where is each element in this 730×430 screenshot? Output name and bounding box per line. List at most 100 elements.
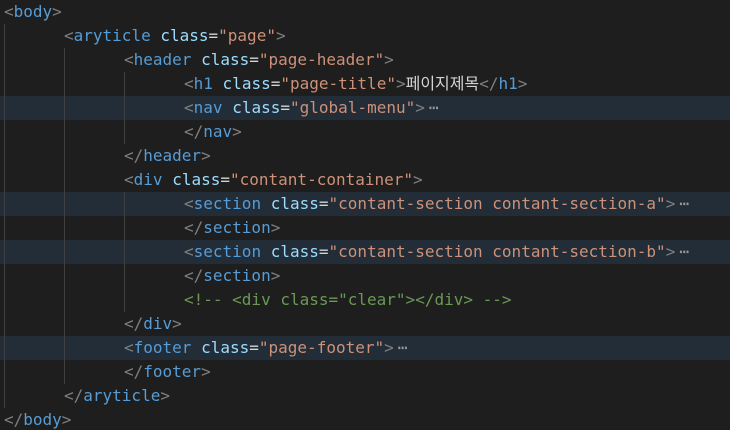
indent-guide — [64, 96, 65, 120]
bracket: < — [124, 338, 134, 357]
indent-guide — [124, 120, 125, 144]
attribute-value: "page-header" — [258, 50, 385, 69]
code-content: </body> — [4, 408, 71, 430]
indent-guide — [4, 336, 5, 360]
indent-guide — [124, 288, 125, 312]
indent-guide — [4, 192, 5, 216]
bracket: </ — [184, 218, 204, 237]
code-line[interactable]: </header> — [0, 144, 730, 168]
tag-name: nav — [203, 122, 233, 141]
code-line[interactable]: </section> — [0, 264, 730, 288]
attribute-value: "page-title" — [280, 74, 396, 93]
tag-name: header — [143, 146, 202, 165]
bracket: </ — [4, 410, 24, 429]
indent-guide — [64, 288, 65, 312]
bracket: > — [413, 170, 423, 189]
code-content: </section> — [184, 216, 280, 240]
indent-guide — [4, 216, 5, 240]
code-line-folded[interactable]: <footer class="page-footer"> ⋯ — [0, 336, 730, 360]
bracket: </ — [479, 74, 499, 93]
bracket: > — [517, 74, 528, 93]
bracket: > — [172, 314, 182, 333]
code-content: <footer class="page-footer"> ⋯ — [124, 336, 407, 360]
attribute-value: "global-menu" — [290, 98, 416, 117]
indent-guide — [64, 192, 65, 216]
indent-guide — [4, 48, 5, 72]
code-line[interactable]: <h1 class="page-title">페이지제목</h1> — [0, 72, 730, 96]
code-line[interactable]: <header class="page-header"> — [0, 48, 730, 72]
code-line[interactable]: <!-- <div class="clear"></div> --> — [0, 288, 730, 312]
bracket: </ — [64, 386, 84, 405]
code-line[interactable]: </div> — [0, 312, 730, 336]
bracket: < — [184, 194, 194, 213]
code-line-folded[interactable]: <section class="contant-section contant-… — [0, 192, 730, 216]
code-line[interactable]: </footer> — [0, 360, 730, 384]
attribute-value: "page" — [218, 26, 276, 45]
equals-sign: = — [249, 338, 259, 357]
indent-guide — [4, 24, 5, 48]
text-content — [163, 170, 173, 189]
code-line[interactable]: <div class="contant-container"> — [0, 168, 730, 192]
code-content: <body> — [4, 0, 62, 24]
attribute-name: class — [270, 242, 319, 261]
equals-sign: = — [249, 50, 259, 69]
text-content — [223, 98, 233, 117]
indent-guide — [64, 240, 65, 264]
attribute-value: "contant-container" — [230, 170, 414, 189]
code-line[interactable]: </section> — [0, 216, 730, 240]
bracket: > — [52, 2, 62, 21]
bracket: </ — [124, 314, 144, 333]
equals-sign: = — [208, 26, 219, 45]
code-content: </aryticle> — [64, 384, 170, 408]
fold-ellipsis[interactable]: ⋯ — [398, 338, 408, 357]
bracket: </ — [184, 122, 204, 141]
tag-name: h1 — [498, 74, 518, 93]
bracket: > — [665, 194, 676, 213]
code-editor[interactable]: <body> <aryticle class="page"> <header cla… — [0, 0, 730, 430]
tag-name: aryticle — [73, 26, 151, 45]
attribute-value: "page-footer" — [258, 338, 385, 357]
attribute-name: class — [270, 194, 319, 213]
bracket: > — [232, 122, 242, 141]
indent-guide — [64, 336, 65, 360]
attribute-name: class — [172, 170, 221, 189]
tag-name: nav — [193, 98, 223, 117]
bracket: < — [64, 26, 74, 45]
indent-guide — [124, 240, 125, 264]
bracket: > — [395, 74, 406, 93]
code-line-folded[interactable]: <section class="contant-section contant-… — [0, 240, 730, 264]
attribute-value: "contant-section contant-section-b" — [328, 242, 666, 261]
bracket: </ — [124, 362, 144, 381]
code-line[interactable]: <body> — [0, 0, 730, 24]
code-content: <!-- <div class="clear"></div> --> — [184, 288, 512, 312]
bracket: > — [665, 242, 676, 261]
bracket: < — [124, 170, 134, 189]
tag-name: footer — [143, 362, 202, 381]
code-line[interactable]: </aryticle> — [0, 384, 730, 408]
code-content: <h1 class="page-title">페이지제목</h1> — [184, 72, 527, 96]
fold-ellipsis[interactable]: ⋯ — [679, 242, 689, 261]
fold-ellipsis[interactable]: ⋯ — [429, 98, 439, 117]
equals-sign: = — [220, 170, 230, 189]
text-content — [191, 50, 201, 69]
equals-sign: = — [270, 74, 281, 93]
indent-guide — [64, 48, 65, 72]
code-line-folded[interactable]: <nav class="global-menu"> ⋯ — [0, 96, 730, 120]
indent-guide — [124, 192, 125, 216]
code-line[interactable]: </body> — [0, 408, 730, 430]
indent-guide — [64, 120, 65, 144]
bracket: < — [184, 98, 194, 117]
fold-ellipsis[interactable]: ⋯ — [679, 194, 689, 213]
indent-guide — [64, 216, 65, 240]
bracket: < — [184, 74, 194, 93]
bracket: > — [61, 410, 72, 429]
indent-guide — [124, 216, 125, 240]
code-content: <header class="page-header"> — [124, 48, 394, 72]
indent-guide — [4, 384, 5, 408]
attribute-name: class — [160, 26, 209, 45]
indent-guide — [4, 264, 5, 288]
code-line[interactable]: </nav> — [0, 120, 730, 144]
code-content: </section> — [184, 264, 280, 288]
code-line[interactable]: <aryticle class="page"> — [0, 24, 730, 48]
bracket: > — [275, 26, 286, 45]
